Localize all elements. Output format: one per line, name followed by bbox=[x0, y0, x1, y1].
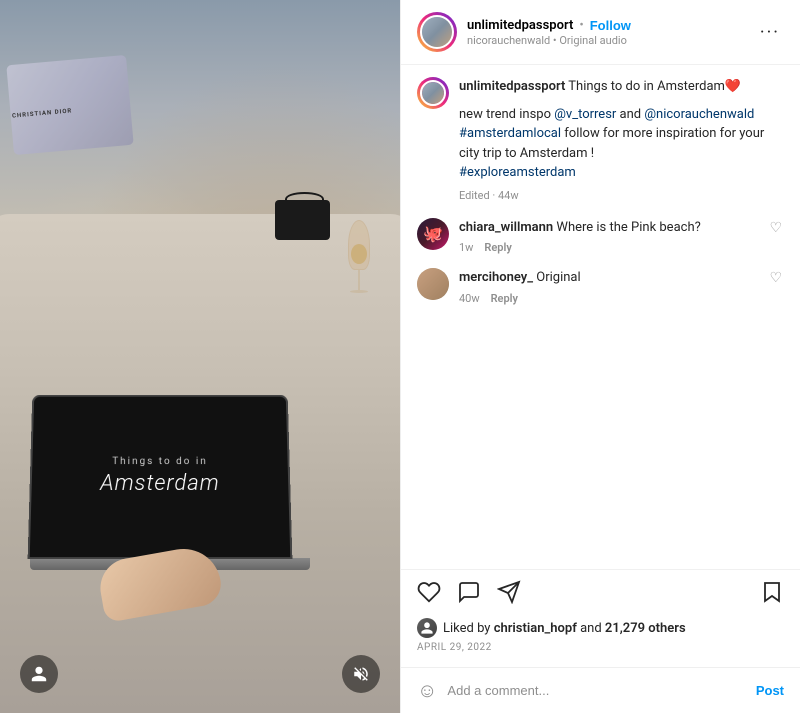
comment-body: mercihoney_ Original 40w Reply bbox=[459, 268, 767, 305]
more-options-button[interactable]: ··· bbox=[756, 18, 784, 47]
add-comment-bar: ☺ Post bbox=[401, 667, 800, 713]
liked-by-label: Liked by bbox=[443, 621, 490, 636]
comments-area: unlimitedpassport Things to do in Amster… bbox=[401, 65, 800, 569]
profile-icon[interactable] bbox=[20, 655, 58, 693]
caption-and: and bbox=[616, 107, 644, 122]
chiara-avatar: 🐙 bbox=[417, 218, 449, 250]
comment-time: 40w bbox=[459, 292, 480, 305]
header-subtext: nicorauchenwald • Original audio bbox=[467, 34, 756, 47]
likes-count: 21,279 others bbox=[605, 621, 686, 636]
like-button[interactable] bbox=[417, 580, 441, 610]
like-comment-button[interactable]: ♡ bbox=[767, 218, 784, 238]
liker-avatar bbox=[417, 618, 437, 638]
laptop-large-text: Amsterdam bbox=[100, 471, 220, 496]
dot-separator: • bbox=[579, 18, 583, 33]
actions-bar: Liked by christian_hopf and 21,279 other… bbox=[401, 569, 800, 667]
post-header: unlimitedpassport • Follow nicorauchenwa… bbox=[401, 0, 800, 65]
liker-name[interactable]: christian_hopf bbox=[494, 621, 577, 636]
caption-username[interactable]: unlimitedpassport bbox=[459, 79, 565, 94]
mention-1[interactable]: @v_torresr bbox=[554, 107, 616, 122]
comment-button[interactable] bbox=[457, 580, 481, 610]
save-button[interactable] bbox=[760, 580, 784, 610]
reply-button[interactable]: Reply bbox=[484, 241, 511, 254]
comment-item: 🐙 chiara_willmann Where is the Pink beac… bbox=[417, 218, 784, 255]
follow-button[interactable]: Follow bbox=[590, 18, 631, 33]
like-comment-button[interactable]: ♡ bbox=[767, 268, 784, 288]
comment-username[interactable]: chiara_willmann bbox=[459, 220, 553, 235]
comment-username[interactable]: mercihoney_ bbox=[459, 270, 533, 285]
caption-body-text: new trend inspo bbox=[459, 107, 554, 122]
reply-button[interactable]: Reply bbox=[491, 292, 518, 305]
bag bbox=[275, 200, 330, 240]
action-left bbox=[417, 580, 521, 610]
caption-avatar-ring bbox=[417, 77, 449, 109]
comment-right: mercihoney_ Original 40w Reply ♡ bbox=[459, 268, 784, 305]
comment-body: chiara_willmann Where is the Pink beach?… bbox=[459, 218, 767, 255]
post-panel: unlimitedpassport • Follow nicorauchenwa… bbox=[400, 0, 800, 713]
blanket-decoration bbox=[6, 55, 133, 155]
comment-text: chiara_willmann Where is the Pink beach? bbox=[459, 218, 767, 238]
comment-content-text: Original bbox=[536, 270, 580, 285]
avatar bbox=[420, 15, 454, 49]
caption-avatar bbox=[420, 80, 446, 106]
header-info: unlimitedpassport • Follow nicorauchenwa… bbox=[467, 18, 756, 47]
hashtag-2[interactable]: #exploreamsterdam bbox=[459, 165, 576, 180]
post-button[interactable]: Post bbox=[756, 683, 784, 698]
comment-time: 1w bbox=[459, 241, 473, 254]
caption-text: unlimitedpassport Things to do in Amster… bbox=[459, 77, 784, 97]
avatar-image bbox=[422, 17, 452, 47]
wine-glass bbox=[348, 220, 370, 300]
edited-label: Edited · 44w bbox=[459, 189, 784, 202]
likes-and: and bbox=[580, 621, 602, 636]
header-top: unlimitedpassport • Follow bbox=[467, 18, 756, 33]
hashtag-1[interactable]: #amsterdamlocal bbox=[459, 126, 561, 141]
comment-text: mercihoney_ Original bbox=[459, 268, 767, 288]
action-icons bbox=[417, 580, 784, 610]
post-date: APRIL 29, 2022 bbox=[417, 642, 784, 653]
caption-heart: ❤️ bbox=[725, 79, 741, 94]
comment-content-text: Where is the Pink beach? bbox=[556, 220, 700, 235]
video-panel: CHRISTIAN DIOR Things to do in Amsterdam bbox=[0, 0, 400, 713]
post-username[interactable]: unlimitedpassport bbox=[467, 18, 573, 33]
likes-row: Liked by christian_hopf and 21,279 other… bbox=[417, 618, 784, 638]
comment-meta: 1w Reply bbox=[459, 241, 767, 254]
comment-meta: 40w Reply bbox=[459, 292, 767, 305]
avatar-ring bbox=[417, 12, 457, 52]
mention-2[interactable]: @nicorauchenwald bbox=[644, 107, 754, 122]
comment-right: chiara_willmann Where is the Pink beach?… bbox=[459, 218, 784, 255]
caption-body: new trend inspo @v_torresr and @nicorauc… bbox=[459, 105, 784, 183]
merci-avatar bbox=[417, 268, 449, 300]
comment-input[interactable] bbox=[447, 683, 745, 698]
laptop-small-text: Things to do in bbox=[112, 456, 208, 467]
caption-block: unlimitedpassport Things to do in Amster… bbox=[417, 77, 784, 202]
caption-main-text: Things to do in Amsterdam bbox=[565, 79, 725, 94]
likes-text: Liked by christian_hopf and 21,279 other… bbox=[443, 621, 686, 636]
caption-content: unlimitedpassport Things to do in Amster… bbox=[459, 77, 784, 202]
comment-item: mercihoney_ Original 40w Reply ♡ bbox=[417, 268, 784, 305]
mute-icon[interactable] bbox=[342, 655, 380, 693]
emoji-button[interactable]: ☺ bbox=[417, 678, 437, 703]
video-controls bbox=[0, 655, 400, 693]
share-button[interactable] bbox=[497, 580, 521, 610]
